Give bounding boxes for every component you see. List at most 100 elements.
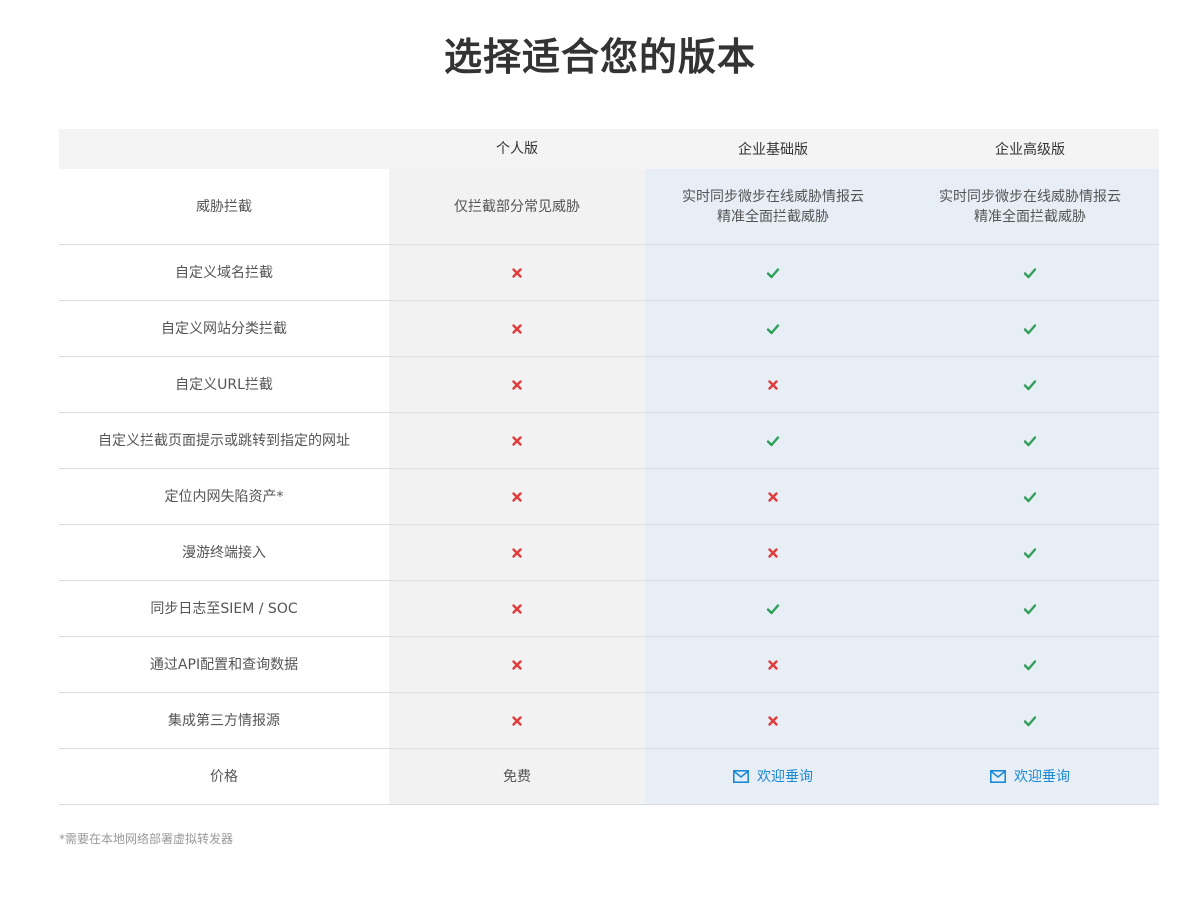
feature-label: 自定义域名拦截 (59, 245, 389, 300)
feature-personal-cell (389, 413, 645, 468)
table-row: 自定义域名拦截 (59, 245, 1159, 301)
table-row: 自定义网站分类拦截 (59, 301, 1159, 357)
table-row-threat: 威胁拦截 仅拦截部分常见威胁 实时同步微步在线威胁情报云 精准全面拦截威胁 实时… (59, 169, 1159, 245)
feature-advanced-cell (901, 357, 1159, 412)
cross-icon (510, 714, 524, 728)
feature-basic-cell (645, 413, 901, 468)
header-basic: 企业基础版 (645, 129, 901, 169)
price-personal: 免费 (389, 749, 645, 804)
cross-icon (766, 546, 780, 560)
table-header: 个人版 企业基础版 企业高级版 (59, 129, 1159, 169)
feature-advanced-cell (901, 245, 1159, 300)
feature-label: 漫游终端接入 (59, 525, 389, 580)
table-row: 自定义拦截页面提示或跳转到指定的网址 (59, 413, 1159, 469)
check-icon (1023, 714, 1037, 728)
threat-advanced: 实时同步微步在线威胁情报云 精准全面拦截威胁 (901, 169, 1159, 244)
feature-basic-cell (645, 581, 901, 636)
feature-basic-cell (645, 245, 901, 300)
cross-icon (510, 322, 524, 336)
cross-icon (766, 658, 780, 672)
threat-basic-line: 精准全面拦截威胁 (717, 208, 829, 225)
check-icon (1023, 490, 1037, 504)
mail-icon (733, 770, 749, 783)
check-icon (1023, 266, 1037, 280)
check-icon (766, 602, 780, 616)
feature-personal-cell (389, 637, 645, 692)
table-row: 集成第三方情报源 (59, 693, 1159, 749)
feature-personal-cell (389, 581, 645, 636)
feature-personal-cell (389, 245, 645, 300)
footnote: *需要在本地网络部署虚拟转发器 (59, 832, 234, 846)
cross-icon (510, 378, 524, 392)
feature-basic-cell (645, 357, 901, 412)
check-icon (766, 322, 780, 336)
feature-advanced-cell (901, 581, 1159, 636)
feature-personal-cell (389, 469, 645, 524)
threat-basic: 实时同步微步在线威胁情报云 精准全面拦截威胁 (645, 169, 901, 244)
feature-advanced-cell (901, 301, 1159, 356)
threat-advanced-line: 实时同步微步在线威胁情报云 (939, 188, 1121, 205)
feature-label: 自定义网站分类拦截 (59, 301, 389, 356)
feature-personal-cell (389, 693, 645, 748)
page-title: 选择适合您的版本 (443, 35, 756, 79)
feature-basic-cell (645, 637, 901, 692)
cross-icon (766, 378, 780, 392)
cross-icon (510, 602, 524, 616)
contact-advanced-label: 欢迎垂询 (1014, 768, 1070, 785)
feature-advanced-cell (901, 525, 1159, 580)
feature-personal-cell (389, 301, 645, 356)
feature-label: 自定义URL拦截 (59, 357, 389, 412)
check-icon (766, 266, 780, 280)
price-basic: 欢迎垂询 (645, 749, 901, 804)
feature-advanced-cell (901, 469, 1159, 524)
feature-advanced-cell (901, 693, 1159, 748)
check-icon (1023, 322, 1037, 336)
comparison-table: 个人版 企业基础版 企业高级版 威胁拦截 仅拦截部分常见威胁 实时同步微步在线威… (59, 129, 1159, 805)
threat-advanced-line: 精准全面拦截威胁 (974, 208, 1086, 225)
feature-basic-cell (645, 693, 901, 748)
feature-basic-cell (645, 525, 901, 580)
check-icon (1023, 658, 1037, 672)
check-icon (1023, 434, 1037, 448)
mail-icon (990, 770, 1006, 783)
feature-basic-cell (645, 469, 901, 524)
feature-basic-cell (645, 301, 901, 356)
header-feature (59, 129, 389, 169)
check-icon (766, 434, 780, 448)
cross-icon (766, 490, 780, 504)
price-advanced: 欢迎垂询 (901, 749, 1159, 804)
cross-icon (510, 266, 524, 280)
feature-advanced-cell (901, 413, 1159, 468)
feature-advanced-cell (901, 637, 1159, 692)
cross-icon (766, 714, 780, 728)
feature-label: 威胁拦截 (59, 169, 389, 244)
table-row: 定位内网失陷资产* (59, 469, 1159, 525)
feature-label: 集成第三方情报源 (59, 693, 389, 748)
cross-icon (510, 434, 524, 448)
cross-icon (510, 546, 524, 560)
table-row: 通过API配置和查询数据 (59, 637, 1159, 693)
header-personal: 个人版 (389, 129, 645, 169)
contact-advanced-link[interactable]: 欢迎垂询 (990, 767, 1070, 787)
cross-icon (510, 658, 524, 672)
contact-basic-link[interactable]: 欢迎垂询 (733, 767, 813, 787)
cross-icon (510, 490, 524, 504)
feature-rows: 自定义域名拦截 自定义网站分类拦截 自定义URL拦截 自定义拦截页面提示或跳转到指定的… (59, 245, 1159, 749)
threat-basic-line: 实时同步微步在线威胁情报云 (682, 188, 864, 205)
feature-personal-cell (389, 357, 645, 412)
check-icon (1023, 378, 1037, 392)
feature-personal-cell (389, 525, 645, 580)
check-icon (1023, 602, 1037, 616)
table-row-price: 价格 免费 欢迎垂询 欢迎垂询 (59, 749, 1159, 805)
threat-personal: 仅拦截部分常见威胁 (389, 169, 645, 244)
feature-label: 定位内网失陷资产* (59, 469, 389, 524)
feature-label: 自定义拦截页面提示或跳转到指定的网址 (59, 413, 389, 468)
check-icon (1023, 546, 1037, 560)
feature-label: 同步日志至SIEM / SOC (59, 581, 389, 636)
table-row: 漫游终端接入 (59, 525, 1159, 581)
table-row: 同步日志至SIEM / SOC (59, 581, 1159, 637)
contact-basic-label: 欢迎垂询 (757, 768, 813, 785)
header-advanced: 企业高级版 (901, 129, 1159, 169)
price-label: 价格 (59, 749, 389, 804)
table-row: 自定义URL拦截 (59, 357, 1159, 413)
